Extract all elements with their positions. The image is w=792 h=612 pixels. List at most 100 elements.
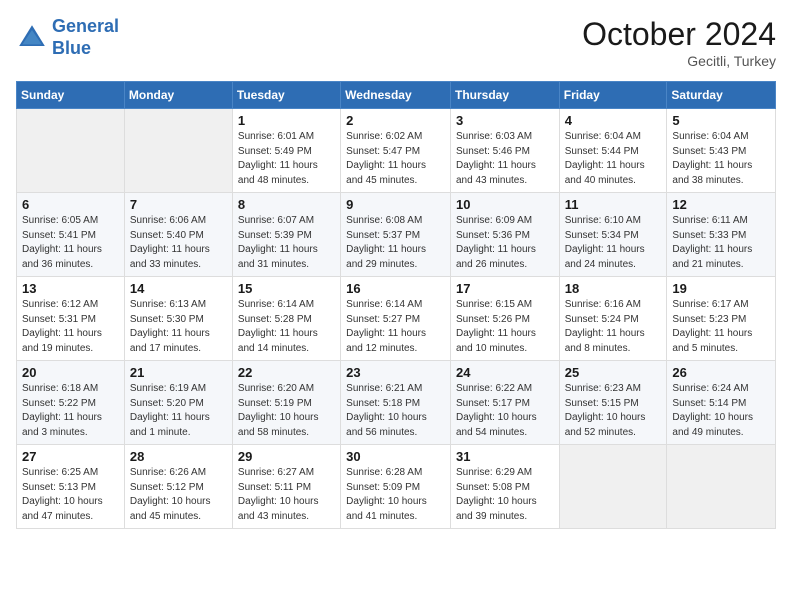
day-info: Sunrise: 6:10 AM Sunset: 5:34 PM Dayligh… (565, 214, 662, 272)
day-info: Sunrise: 6:20 AM Sunset: 5:19 PM Dayligh… (238, 382, 335, 440)
day-info: Sunrise: 6:14 AM Sunset: 5:28 PM Dayligh… (238, 298, 335, 356)
day-cell (124, 109, 232, 193)
calendar-body: 1Sunrise: 6:01 AM Sunset: 5:49 PM Daylig… (17, 109, 776, 529)
day-cell: 27 Sunrise: 6:25 AM Sunset: 5:13 PM Dayli… (17, 445, 125, 529)
day-number: 24 (456, 365, 554, 380)
day-cell: 9 Sunrise: 6:08 AM Sunset: 5:37 PM Daylig… (341, 193, 451, 277)
day-number: 11 (565, 197, 662, 212)
week-row-5: 27 Sunrise: 6:25 AM Sunset: 5:13 PM Dayli… (17, 445, 776, 529)
day-number: 27 (22, 449, 119, 464)
day-number: 25 (565, 365, 662, 380)
day-info: Sunrise: 6:26 AM Sunset: 5:12 PM Dayligh… (130, 466, 227, 524)
day-number: 21 (130, 365, 227, 380)
day-cell: 28 Sunrise: 6:26 AM Sunset: 5:12 PM Dayli… (124, 445, 232, 529)
col-header-monday: Monday (124, 82, 232, 109)
week-row-1: 1Sunrise: 6:01 AM Sunset: 5:49 PM Daylig… (17, 109, 776, 193)
day-cell: 17 Sunrise: 6:15 AM Sunset: 5:26 PM Dayli… (450, 277, 559, 361)
day-number: 20 (22, 365, 119, 380)
day-info: Sunrise: 6:25 AM Sunset: 5:13 PM Dayligh… (22, 466, 119, 524)
calendar-table: SundayMondayTuesdayWednesdayThursdayFrid… (16, 81, 776, 529)
day-cell: 1Sunrise: 6:01 AM Sunset: 5:49 PM Daylig… (232, 109, 340, 193)
day-info: Sunrise: 6:23 AM Sunset: 5:15 PM Dayligh… (565, 382, 662, 440)
col-header-sunday: Sunday (17, 82, 125, 109)
day-cell: 20 Sunrise: 6:18 AM Sunset: 5:22 PM Dayli… (17, 361, 125, 445)
day-cell: 12 Sunrise: 6:11 AM Sunset: 5:33 PM Dayli… (667, 193, 776, 277)
day-cell: 19 Sunrise: 6:17 AM Sunset: 5:23 PM Dayli… (667, 277, 776, 361)
day-cell: 11 Sunrise: 6:10 AM Sunset: 5:34 PM Dayli… (559, 193, 667, 277)
logo: General Blue (16, 16, 119, 59)
logo-line2: Blue (52, 38, 91, 58)
day-cell: 2Sunrise: 6:02 AM Sunset: 5:47 PM Daylig… (341, 109, 451, 193)
day-cell (17, 109, 125, 193)
day-number: 28 (130, 449, 227, 464)
day-cell: 15 Sunrise: 6:14 AM Sunset: 5:28 PM Dayli… (232, 277, 340, 361)
day-info: Sunrise: 6:04 AM Sunset: 5:44 PM Dayligh… (565, 130, 662, 188)
week-row-3: 13Sunrise: 6:12 AM Sunset: 5:31 PM Dayli… (17, 277, 776, 361)
day-number: 16 (346, 281, 445, 296)
day-info: Sunrise: 6:09 AM Sunset: 5:36 PM Dayligh… (456, 214, 554, 272)
day-number: 23 (346, 365, 445, 380)
day-cell: 14 Sunrise: 6:13 AM Sunset: 5:30 PM Dayli… (124, 277, 232, 361)
day-cell: 23 Sunrise: 6:21 AM Sunset: 5:18 PM Dayli… (341, 361, 451, 445)
day-number: 14 (130, 281, 227, 296)
logo-line1: General (52, 16, 119, 36)
day-info: Sunrise: 6:05 AM Sunset: 5:41 PM Dayligh… (22, 214, 119, 272)
day-info: Sunrise: 6:22 AM Sunset: 5:17 PM Dayligh… (456, 382, 554, 440)
day-info: Sunrise: 6:29 AM Sunset: 5:08 PM Dayligh… (456, 466, 554, 524)
day-info: Sunrise: 6:24 AM Sunset: 5:14 PM Dayligh… (672, 382, 770, 440)
logo-icon (16, 22, 48, 54)
day-cell: 8 Sunrise: 6:07 AM Sunset: 5:39 PM Daylig… (232, 193, 340, 277)
day-cell: 18 Sunrise: 6:16 AM Sunset: 5:24 PM Dayli… (559, 277, 667, 361)
day-cell: 30Sunrise: 6:28 AM Sunset: 5:09 PM Dayli… (341, 445, 451, 529)
day-number: 5 (672, 113, 770, 128)
day-info: Sunrise: 6:21 AM Sunset: 5:18 PM Dayligh… (346, 382, 445, 440)
day-number: 29 (238, 449, 335, 464)
day-info: Sunrise: 6:28 AM Sunset: 5:09 PM Dayligh… (346, 466, 445, 524)
day-info: Sunrise: 6:16 AM Sunset: 5:24 PM Dayligh… (565, 298, 662, 356)
title-block: October 2024 Gecitli, Turkey (582, 16, 776, 69)
day-info: Sunrise: 6:15 AM Sunset: 5:26 PM Dayligh… (456, 298, 554, 356)
day-info: Sunrise: 6:06 AM Sunset: 5:40 PM Dayligh… (130, 214, 227, 272)
day-cell (559, 445, 667, 529)
day-number: 15 (238, 281, 335, 296)
day-cell: 13Sunrise: 6:12 AM Sunset: 5:31 PM Dayli… (17, 277, 125, 361)
day-info: Sunrise: 6:11 AM Sunset: 5:33 PM Dayligh… (672, 214, 770, 272)
calendar-header: SundayMondayTuesdayWednesdayThursdayFrid… (17, 82, 776, 109)
day-info: Sunrise: 6:19 AM Sunset: 5:20 PM Dayligh… (130, 382, 227, 440)
day-info: Sunrise: 6:18 AM Sunset: 5:22 PM Dayligh… (22, 382, 119, 440)
day-cell: 10 Sunrise: 6:09 AM Sunset: 5:36 PM Dayli… (450, 193, 559, 277)
day-number: 19 (672, 281, 770, 296)
day-number: 3 (456, 113, 554, 128)
day-number: 1 (238, 113, 335, 128)
col-header-wednesday: Wednesday (341, 82, 451, 109)
logo-text: General Blue (52, 16, 119, 59)
day-number: 12 (672, 197, 770, 212)
day-info: Sunrise: 6:17 AM Sunset: 5:23 PM Dayligh… (672, 298, 770, 356)
day-cell: 6 Sunrise: 6:05 AM Sunset: 5:41 PM Daylig… (17, 193, 125, 277)
page-header: General Blue October 2024 Gecitli, Turke… (16, 16, 776, 69)
day-info: Sunrise: 6:02 AM Sunset: 5:47 PM Dayligh… (346, 130, 445, 188)
day-number: 9 (346, 197, 445, 212)
day-info: Sunrise: 6:13 AM Sunset: 5:30 PM Dayligh… (130, 298, 227, 356)
day-cell: 16 Sunrise: 6:14 AM Sunset: 5:27 PM Dayli… (341, 277, 451, 361)
day-info: Sunrise: 6:14 AM Sunset: 5:27 PM Dayligh… (346, 298, 445, 356)
day-info: Sunrise: 6:07 AM Sunset: 5:39 PM Dayligh… (238, 214, 335, 272)
location: Gecitli, Turkey (582, 53, 776, 69)
col-header-friday: Friday (559, 82, 667, 109)
week-row-2: 6 Sunrise: 6:05 AM Sunset: 5:41 PM Daylig… (17, 193, 776, 277)
day-info: Sunrise: 6:12 AM Sunset: 5:31 PM Dayligh… (22, 298, 119, 356)
day-number: 6 (22, 197, 119, 212)
day-info: Sunrise: 6:27 AM Sunset: 5:11 PM Dayligh… (238, 466, 335, 524)
day-number: 10 (456, 197, 554, 212)
day-info: Sunrise: 6:03 AM Sunset: 5:46 PM Dayligh… (456, 130, 554, 188)
day-info: Sunrise: 6:04 AM Sunset: 5:43 PM Dayligh… (672, 130, 770, 188)
day-number: 17 (456, 281, 554, 296)
col-header-tuesday: Tuesday (232, 82, 340, 109)
day-cell: 7Sunrise: 6:06 AM Sunset: 5:40 PM Daylig… (124, 193, 232, 277)
day-number: 8 (238, 197, 335, 212)
day-number: 18 (565, 281, 662, 296)
day-number: 26 (672, 365, 770, 380)
day-cell: 29 Sunrise: 6:27 AM Sunset: 5:11 PM Dayli… (232, 445, 340, 529)
day-cell: 22Sunrise: 6:20 AM Sunset: 5:19 PM Dayli… (232, 361, 340, 445)
day-info: Sunrise: 6:08 AM Sunset: 5:37 PM Dayligh… (346, 214, 445, 272)
